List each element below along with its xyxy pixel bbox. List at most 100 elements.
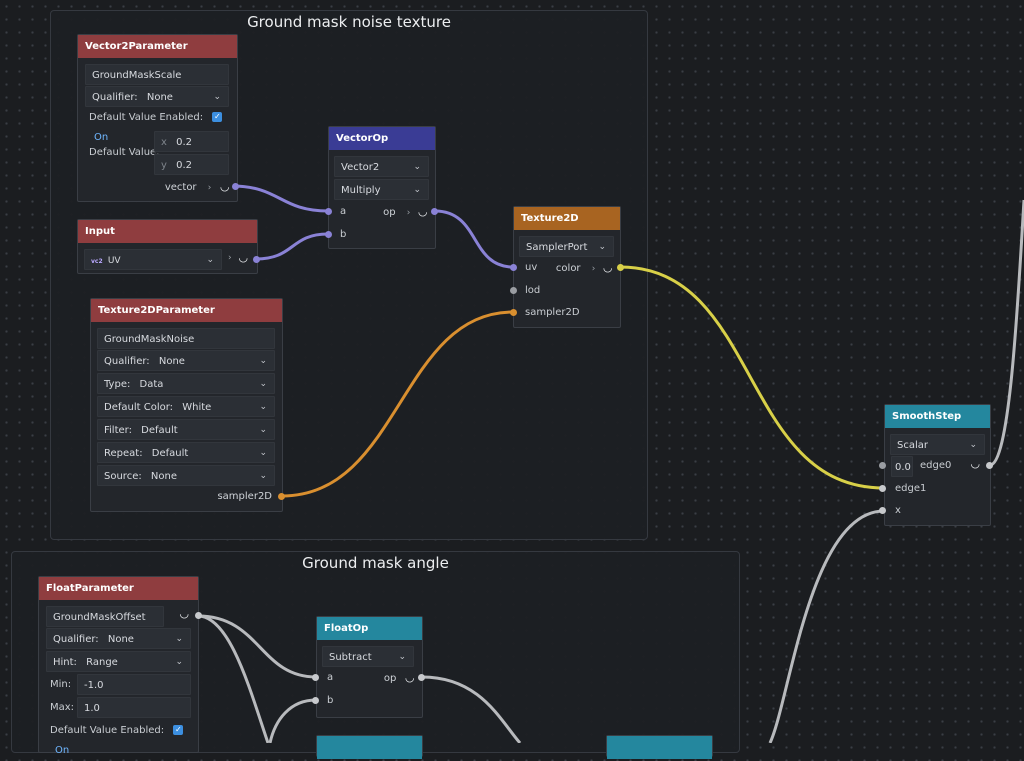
qualifier-dropdown[interactable]: Qualifier: None ⌄ (85, 86, 229, 107)
b-input-port[interactable] (312, 697, 319, 704)
expand-icon[interactable]: ◡ (221, 180, 229, 193)
texture2d-parameter-node[interactable]: Texture2DParameter GroundMaskNoise Quali… (90, 298, 283, 512)
group-title: Ground mask angle (302, 554, 449, 572)
color-output-port[interactable] (617, 264, 624, 271)
expand-icon[interactable]: ◡ (604, 261, 612, 274)
min-value-field[interactable]: -1.0 (77, 674, 191, 695)
chevron-right-icon[interactable]: › (228, 253, 232, 263)
operation-dropdown[interactable]: Subtract ⌄ (322, 646, 414, 667)
parameter-name-field[interactable]: GroundMaskScale (85, 64, 229, 85)
node-title[interactable]: SmoothStep (885, 405, 990, 428)
edge0-output-port[interactable] (986, 462, 993, 469)
chevron-right-icon[interactable]: › (592, 264, 596, 274)
operation-dropdown[interactable]: Multiply ⌄ (334, 179, 429, 200)
sampler2d-input-port[interactable] (510, 309, 517, 316)
b-input-port[interactable] (325, 231, 332, 238)
op-value: Subtract (329, 652, 372, 663)
chevron-down-icon: ⌄ (413, 162, 421, 172)
qualifier-dropdown[interactable]: Qualifier: None ⌄ (97, 350, 275, 371)
vector-type-dropdown[interactable]: Vector2 ⌄ (334, 156, 429, 177)
max-value-field[interactable]: 1.0 (77, 697, 191, 718)
expand-icon[interactable]: ◡ (419, 205, 427, 218)
expand-icon[interactable]: ◡ (971, 457, 979, 470)
parameter-name-field[interactable]: GroundMaskNoise (97, 328, 275, 349)
chevron-right-icon[interactable]: › (208, 183, 212, 193)
qualifier-value: None (107, 634, 134, 645)
node-title[interactable]: Vector2Parameter (78, 35, 237, 58)
node-header[interactable] (607, 736, 712, 759)
on-label: On (55, 745, 70, 756)
y-value-field[interactable]: y 0.2 (154, 154, 229, 175)
filter-dropdown[interactable]: Filter: Default ⌄ (97, 419, 275, 440)
partial-node[interactable] (316, 735, 423, 759)
chevron-down-icon: ⌄ (259, 448, 267, 458)
sampler2d-output-port[interactable] (278, 493, 285, 500)
y-value: 0.2 (176, 160, 193, 171)
node-title[interactable]: FloatOp (317, 617, 422, 640)
expand-icon[interactable]: ◡ (406, 671, 414, 684)
chevron-down-icon: ⌄ (259, 379, 267, 389)
repeat-label: Repeat: (104, 448, 143, 459)
default-color-dropdown[interactable]: Default Color: White ⌄ (97, 396, 275, 417)
color-output-row: color › ◡ (556, 258, 612, 278)
b-input-label: b (340, 229, 347, 240)
default-enabled-row: Default Value Enabled: ✓ On (89, 108, 237, 143)
texture2d-node[interactable]: Texture2D SamplerPort ⌄ uv color › ◡ lod… (513, 206, 621, 328)
parameter-name-field[interactable]: GroundMaskOffset (46, 606, 164, 627)
b-input-label: b (327, 695, 334, 706)
uv-output-port[interactable] (253, 256, 260, 263)
x-input-port[interactable] (879, 507, 886, 514)
edge1-input-port[interactable] (879, 485, 886, 492)
expand-icon[interactable]: ◡ (180, 607, 188, 620)
uv-input-port[interactable] (510, 264, 517, 271)
smoothstep-node[interactable]: SmoothStep Scalar ⌄ 0.0 edge0 ◡ edge1 x (884, 404, 991, 526)
op-output-label: op (383, 207, 396, 218)
source-dropdown[interactable]: Source: None ⌄ (97, 465, 275, 486)
x-value-field[interactable]: x 0.2 (154, 131, 229, 152)
lod-input-port[interactable] (510, 287, 517, 294)
checkbox-checked-icon[interactable]: ✓ (212, 112, 223, 122)
a-input-port[interactable] (312, 674, 319, 681)
op-output-port[interactable] (431, 208, 438, 215)
node-title[interactable]: VectorOp (329, 127, 435, 150)
node-title[interactable]: Input (78, 220, 257, 243)
type-dropdown[interactable]: Type: Data ⌄ (97, 373, 275, 394)
node-title[interactable]: Texture2DParameter (91, 299, 282, 322)
chevron-down-icon: ⌄ (413, 185, 421, 195)
qualifier-label: Qualifier: (53, 634, 99, 645)
expand-icon[interactable]: ◡ (239, 251, 247, 264)
input-source-dropdown[interactable]: vc2 UV ⌄ (84, 249, 222, 270)
float-output-port[interactable] (195, 612, 202, 619)
chevron-down-icon: ⌄ (598, 242, 606, 252)
sampler-port-dropdown[interactable]: SamplerPort ⌄ (519, 236, 614, 257)
hint-label: Hint: (53, 657, 77, 668)
qualifier-dropdown[interactable]: Qualifier: None ⌄ (46, 628, 191, 649)
chevron-right-icon[interactable]: › (407, 208, 411, 218)
edge0-input-port[interactable] (879, 462, 886, 469)
checkbox-checked-icon[interactable]: ✓ (173, 725, 184, 735)
a-input-port[interactable] (325, 208, 332, 215)
sampler2d-output-label: sampler2D (217, 491, 272, 502)
chevron-down-icon: ⌄ (259, 356, 267, 366)
float-parameter-node[interactable]: FloatParameter GroundMaskOffset ◡ Qualif… (38, 576, 199, 756)
node-title[interactable]: Texture2D (514, 207, 620, 230)
max-label: Max: (50, 702, 75, 713)
node-title[interactable]: FloatParameter (39, 577, 198, 600)
hint-dropdown[interactable]: Hint: Range ⌄ (46, 651, 191, 672)
op-output-port[interactable] (418, 674, 425, 681)
sampler-value: SamplerPort (526, 242, 588, 253)
vector-output-port[interactable] (232, 183, 239, 190)
node-header[interactable] (317, 736, 422, 759)
source-label: Source: (104, 471, 142, 482)
partial-node[interactable] (606, 735, 713, 759)
scalar-type-dropdown[interactable]: Scalar ⌄ (890, 434, 985, 455)
input-node[interactable]: Input vc2 UV ⌄ › ◡ (77, 219, 258, 274)
edge1-label: edge1 (895, 483, 927, 494)
vector2-parameter-node[interactable]: Vector2Parameter GroundMaskScale Qualifi… (77, 34, 238, 202)
op-value: Multiply (341, 185, 381, 196)
vectorop-node[interactable]: VectorOp Vector2 ⌄ Multiply ⌄ a op › ◡ b (328, 126, 436, 249)
a-input-label: a (327, 672, 334, 683)
edge0-value-field[interactable]: 0.0 (891, 456, 913, 477)
floatop-node[interactable]: FloatOp Subtract ⌄ a op ◡ b (316, 616, 423, 718)
repeat-dropdown[interactable]: Repeat: Default ⌄ (97, 442, 275, 463)
